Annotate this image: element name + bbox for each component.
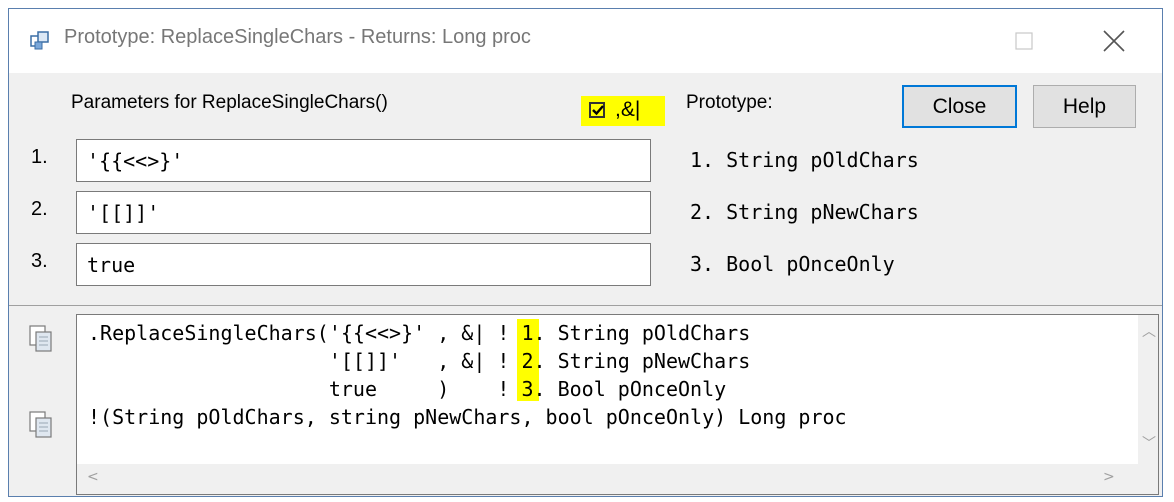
amp-checkbox[interactable] [589, 102, 605, 118]
scroll-up-icon[interactable]: ︿ [1142, 321, 1156, 341]
scroll-right-icon[interactable]: > [1103, 469, 1115, 485]
maximize-button[interactable] [979, 9, 1069, 73]
horizontal-scrollbar[interactable]: < > [77, 464, 1140, 494]
close-icon [1103, 30, 1125, 52]
amp-checkbox-label: ,&| [615, 98, 641, 121]
copy-icon[interactable] [27, 409, 55, 439]
code-line-4: !(String pOldChars, string pNewChars, bo… [88, 405, 847, 429]
generated-code-box[interactable]: .ReplaceSingleChars('{{<<>}' , &| ! 1. S… [76, 314, 1159, 495]
code-line-1: .ReplaceSingleChars('{{<<>}' , &| ! 1. S… [88, 321, 751, 345]
scroll-down-icon[interactable]: ﹀ [1142, 433, 1156, 453]
code-line-2: '[[]]' , &| ! 2. String pNewChars [88, 349, 751, 373]
prototype-app-icon [30, 31, 49, 50]
copy-icon[interactable] [27, 323, 55, 353]
param-1-input[interactable]: '{{<<>}' [76, 139, 651, 182]
code-lines: .ReplaceSingleChars('{{<<>}' , &| ! 1. S… [88, 319, 847, 431]
scroll-left-icon[interactable]: < [87, 469, 99, 485]
scroll-corner [1138, 464, 1158, 494]
checkmark-icon [592, 105, 604, 116]
prototype-line-1: 1. String pOldChars [690, 148, 919, 172]
prototype-line-3: 3. Bool pOnceOnly [690, 252, 895, 276]
title-bar: Prototype: ReplaceSingleChars - Returns:… [9, 9, 1162, 73]
prototype-line-2: 2. String pNewChars [690, 200, 919, 224]
amp-continuation-toggle[interactable]: ,&| [581, 96, 665, 126]
param-3-number: 3. [31, 250, 48, 272]
window-close-button[interactable] [1069, 9, 1159, 73]
parameters-heading: Parameters for ReplaceSingleChars() [71, 92, 388, 113]
param-3-input[interactable]: true [76, 243, 651, 286]
maximize-icon [1015, 32, 1033, 50]
separator [9, 305, 1162, 306]
param-2-number: 2. [31, 198, 48, 220]
param-2-input[interactable]: '[[]]' [76, 191, 651, 234]
vertical-scrollbar[interactable]: ︿ ﹀ [1138, 315, 1158, 465]
param-1-number: 1. [31, 146, 48, 168]
code-line-3: true ) ! 3. Bool pOnceOnly [88, 377, 727, 401]
prototype-heading: Prototype: [686, 92, 773, 113]
help-button[interactable]: Help [1033, 85, 1136, 128]
window-title: Prototype: ReplaceSingleChars - Returns:… [64, 26, 531, 48]
prototype-dialog: Prototype: ReplaceSingleChars - Returns:… [8, 8, 1163, 497]
close-button[interactable]: Close [902, 85, 1017, 128]
